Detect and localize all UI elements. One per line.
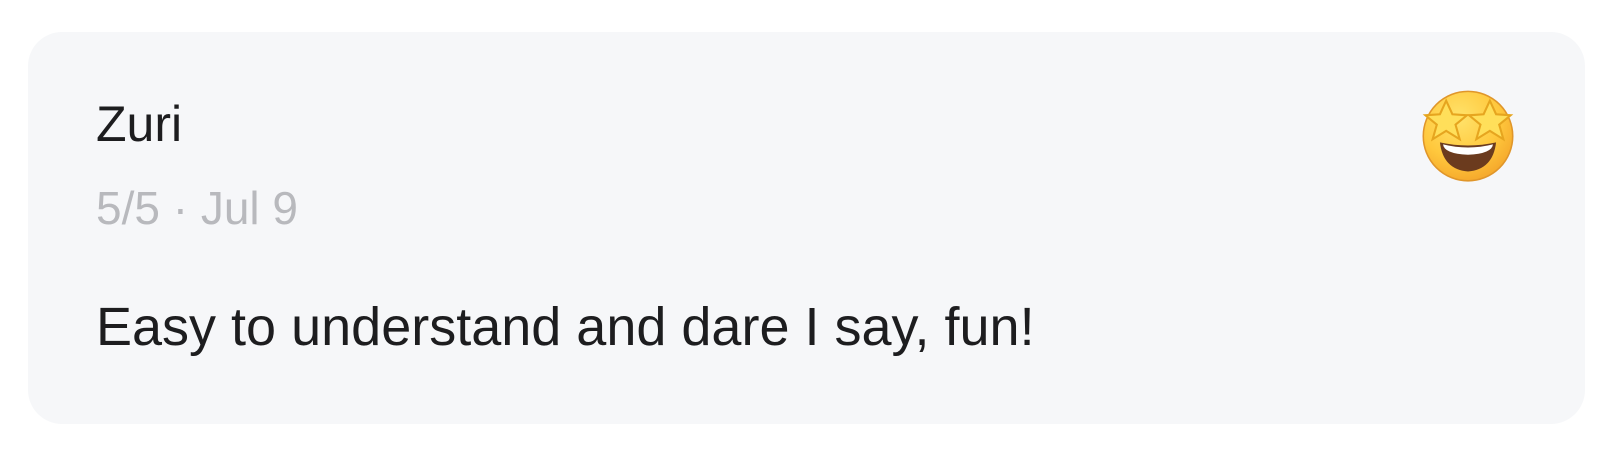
star-struck-emoji-icon	[1422, 90, 1514, 182]
meta-separator: ·	[172, 182, 189, 234]
review-card: Zuri 5/5 · Jul 9 Easy to understand and …	[28, 32, 1585, 424]
review-text: Easy to understand and dare I say, fun!	[96, 297, 1035, 357]
review-rating: 5/5	[96, 182, 160, 234]
review-meta: 5/5 · Jul 9	[96, 180, 298, 236]
reviewer-name: Zuri	[96, 96, 183, 152]
review-date: Jul 9	[200, 182, 299, 234]
